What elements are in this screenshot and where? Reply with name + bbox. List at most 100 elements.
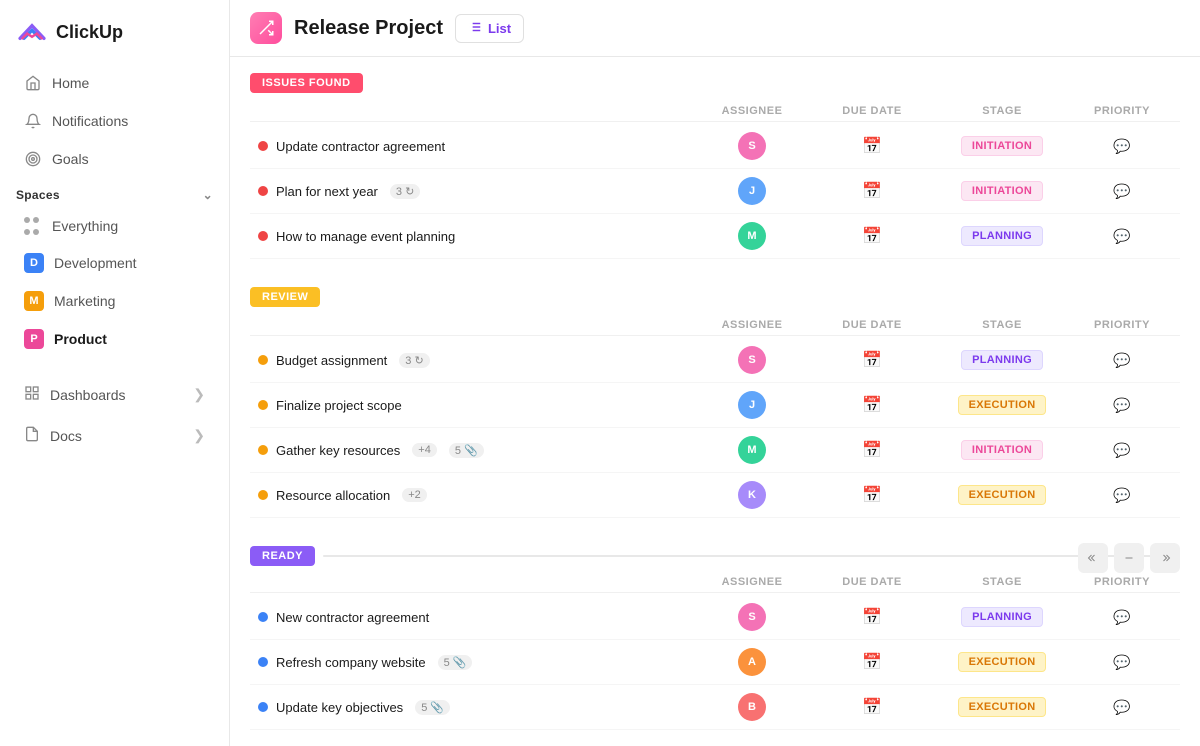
- task-name-text: Update key objectives: [276, 700, 403, 715]
- task-name-text: Update contractor agreement: [276, 139, 445, 154]
- avatar: J: [738, 177, 766, 205]
- table-row[interactable]: Update key objectives 5 📎 B 📅 EXECUTION …: [250, 685, 1180, 730]
- ready-label: READY: [250, 546, 315, 566]
- table-row[interactable]: New contractor agreement S 📅 PLANNING 💬: [250, 595, 1180, 640]
- duedate-col-header: DUE DATE: [812, 105, 932, 117]
- priority-dot: [258, 400, 268, 410]
- clickup-logo-icon: [16, 16, 48, 48]
- avatar: J: [738, 391, 766, 419]
- priority-dot: [258, 657, 268, 667]
- priority-dot: [258, 702, 268, 712]
- task-name-text: Resource allocation: [276, 488, 390, 503]
- stage-col-header: STAGE: [932, 319, 1072, 331]
- stage-badge: PLANNING: [961, 226, 1043, 246]
- sidebar-item-dashboards[interactable]: Dashboards ❯: [8, 375, 221, 414]
- everything-label: Everything: [52, 218, 118, 234]
- spaces-header[interactable]: Spaces ⌄: [0, 178, 229, 208]
- comment-icon: 💬: [1113, 609, 1130, 626]
- task-name-text: Plan for next year: [276, 184, 378, 199]
- topbar: Release Project List: [230, 0, 1200, 57]
- priority-dot: [258, 355, 268, 365]
- assignee-col-header: ASSIGNEE: [692, 105, 812, 117]
- review-table-header: ASSIGNEE DUE DATE STAGE PRIORITY: [250, 315, 1180, 336]
- section-ready: READY: [250, 546, 1180, 730]
- goals-label: Goals: [52, 151, 89, 167]
- calendar-icon: 📅: [862, 607, 882, 627]
- task-badge: +2: [402, 488, 427, 502]
- list-view-button[interactable]: List: [455, 14, 524, 43]
- stage-badge: PLANNING: [961, 350, 1043, 370]
- sidebar-item-marketing[interactable]: M Marketing: [8, 283, 221, 319]
- everything-dots-icon: [24, 217, 42, 235]
- priority-dot: [258, 231, 268, 241]
- sidebar-item-notifications[interactable]: Notifications: [8, 103, 221, 139]
- comment-icon: 💬: [1113, 487, 1130, 504]
- docs-chevron-icon: ❯: [193, 427, 205, 444]
- development-label: Development: [54, 255, 137, 271]
- sidebar-item-docs[interactable]: Docs ❯: [8, 416, 221, 455]
- sidebar-item-development[interactable]: D Development: [8, 245, 221, 281]
- task-col-header: [258, 576, 692, 588]
- table-row[interactable]: Budget assignment 3 ↻ S 📅 PLANNING 💬: [250, 338, 1180, 383]
- toolbar-button[interactable]: [1078, 543, 1108, 573]
- review-label: REVIEW: [250, 287, 320, 307]
- table-row[interactable]: Refresh company website 5 📎 A 📅 EXECUTIO…: [250, 640, 1180, 685]
- duedate-col-header: DUE DATE: [812, 319, 932, 331]
- priority-dot: [258, 490, 268, 500]
- stage-badge: EXECUTION: [958, 697, 1047, 717]
- table-row[interactable]: How to manage event planning M 📅 PLANNIN…: [250, 214, 1180, 259]
- stage-col-header: STAGE: [932, 576, 1072, 588]
- marketing-label: Marketing: [54, 293, 115, 309]
- sidebar-item-goals[interactable]: Goals: [8, 141, 221, 177]
- table-row[interactable]: Resource allocation +2 K 📅 EXECUTION 💬: [250, 473, 1180, 518]
- sidebar-item-product[interactable]: P Product: [8, 321, 221, 357]
- stage-badge: EXECUTION: [958, 652, 1047, 672]
- avatar: B: [738, 693, 766, 721]
- comment-icon: 💬: [1113, 442, 1130, 459]
- task-name-text: Gather key resources: [276, 443, 400, 458]
- home-label: Home: [52, 75, 89, 91]
- comment-icon: 💬: [1113, 699, 1130, 716]
- priority-dot: [258, 186, 268, 196]
- table-row[interactable]: Finalize project scope J 📅 EXECUTION 💬: [250, 383, 1180, 428]
- stage-badge: EXECUTION: [958, 485, 1047, 505]
- table-row[interactable]: Gather key resources +4 5 📎 M 📅 INITIATI…: [250, 428, 1180, 473]
- issues-table-header: ASSIGNEE DUE DATE STAGE PRIORITY: [250, 101, 1180, 122]
- issues-label: ISSUES FOUND: [250, 73, 363, 93]
- table-row[interactable]: Plan for next year 3 ↻ J 📅 INITIATION 💬: [250, 169, 1180, 214]
- calendar-icon: 📅: [862, 226, 882, 246]
- table-row[interactable]: Update contractor agreement S 📅 INITIATI…: [250, 124, 1180, 169]
- sidebar-item-everything[interactable]: Everything: [8, 209, 221, 243]
- list-icon: [468, 20, 482, 37]
- comment-icon: 💬: [1113, 183, 1130, 200]
- toolbar-button[interactable]: [1114, 543, 1144, 573]
- priority-col-header: PRIORITY: [1072, 105, 1172, 117]
- project-title: Release Project: [294, 17, 443, 40]
- calendar-icon: 📅: [862, 440, 882, 460]
- sidebar: ClickUp Home Notifications Goals Spaces …: [0, 0, 230, 746]
- task-name-text: Budget assignment: [276, 353, 387, 368]
- avatar: S: [738, 346, 766, 374]
- task-badge: 3 ↻: [390, 184, 420, 199]
- task-name-text: Refresh company website: [276, 655, 426, 670]
- assignee-col-header: ASSIGNEE: [692, 576, 812, 588]
- sidebar-item-home[interactable]: Home: [8, 65, 221, 101]
- toolbar-button[interactable]: [1150, 543, 1180, 573]
- content-area: ISSUES FOUND ASSIGNEE DUE DATE STAGE PRI…: [230, 57, 1200, 746]
- home-icon: [24, 74, 42, 92]
- dashboards-icon: [24, 385, 40, 404]
- docs-label: Docs: [50, 428, 82, 444]
- avatar: S: [738, 603, 766, 631]
- assignee-col-header: ASSIGNEE: [692, 319, 812, 331]
- stage-badge: EXECUTION: [958, 395, 1047, 415]
- section-issues: ISSUES FOUND ASSIGNEE DUE DATE STAGE PRI…: [250, 73, 1180, 259]
- calendar-icon: 📅: [862, 485, 882, 505]
- comment-icon: 💬: [1113, 138, 1130, 155]
- goals-icon: [24, 150, 42, 168]
- main-content: Release Project List ISSUES FOUND ASSIGN…: [230, 0, 1200, 746]
- project-icon: [250, 12, 282, 44]
- task-badge: +4: [412, 443, 437, 457]
- marketing-badge: M: [24, 291, 44, 311]
- comment-icon: 💬: [1113, 397, 1130, 414]
- attachment-badge: 5 📎: [415, 700, 450, 715]
